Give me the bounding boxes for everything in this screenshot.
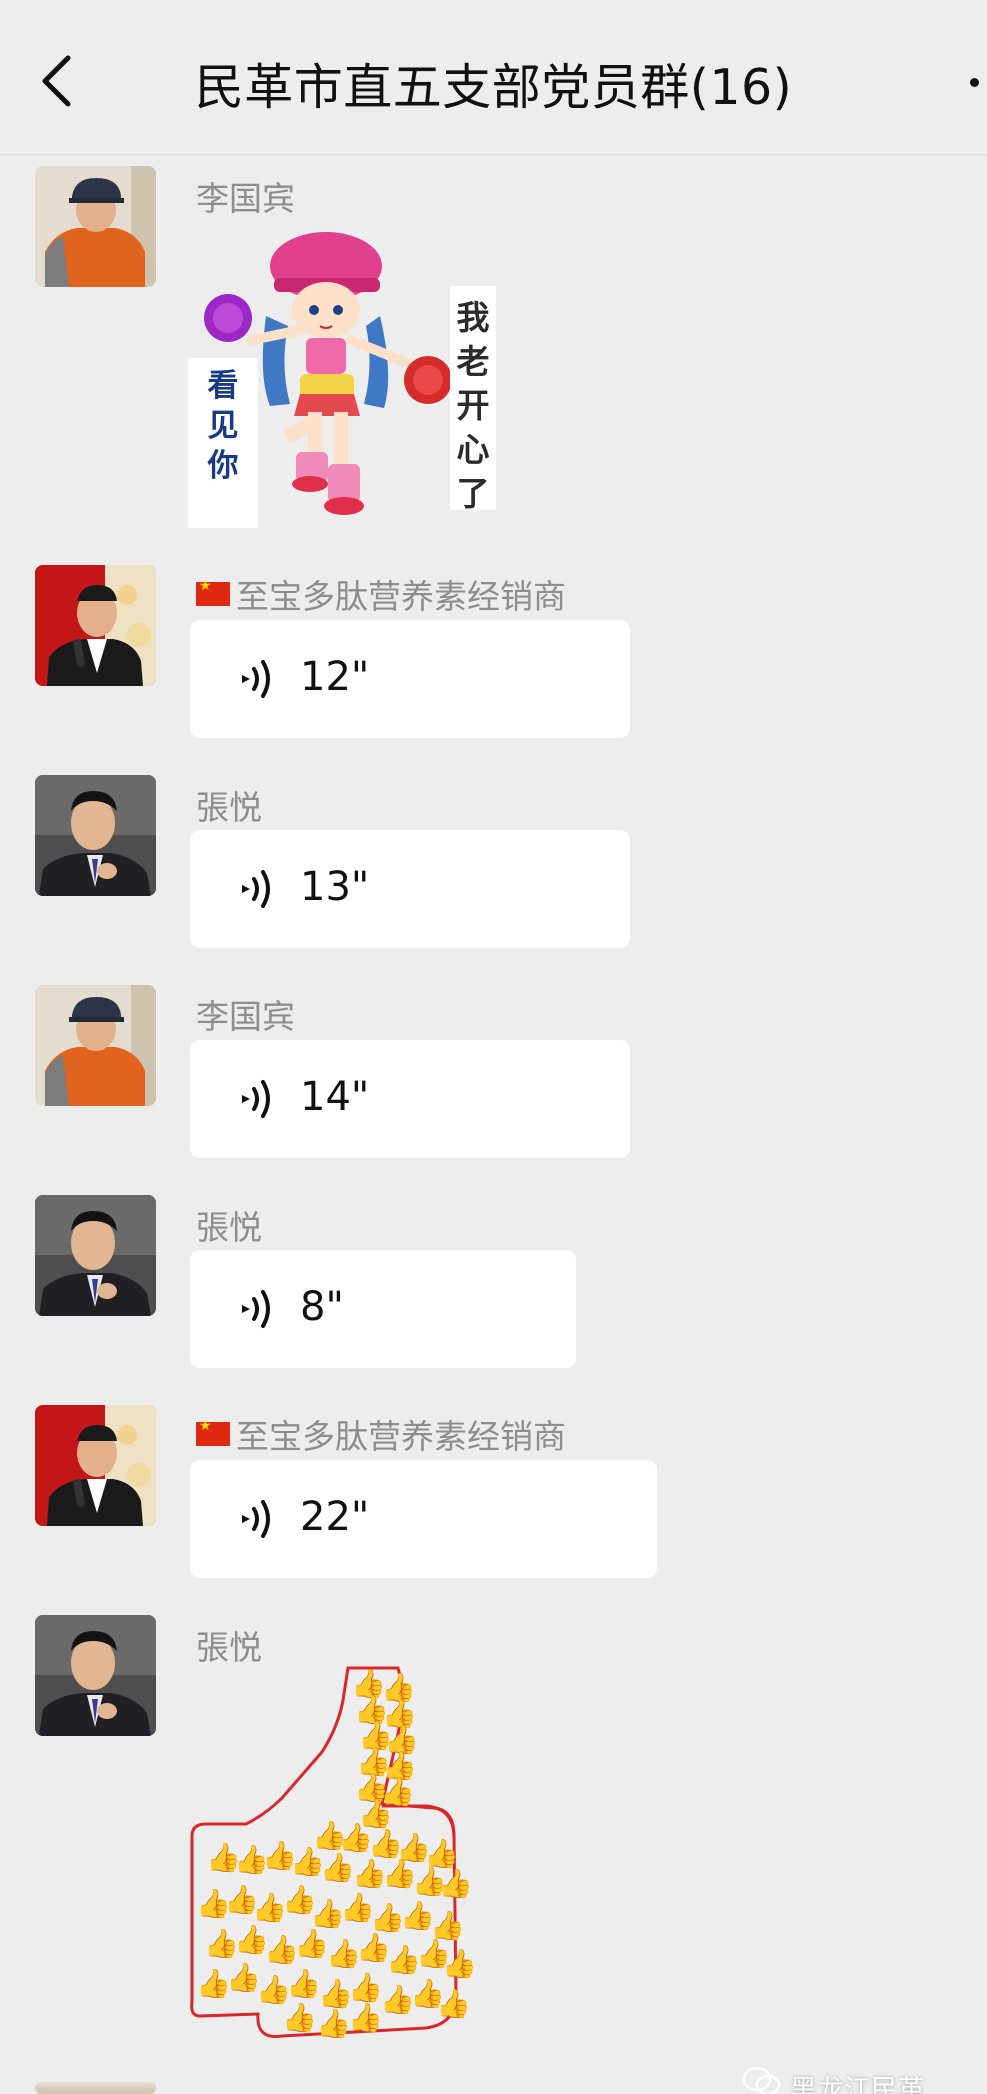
sender-name: 至宝多肽营养素经销商	[196, 570, 566, 618]
sender-name: 李国宾	[196, 179, 295, 218]
thumbs-up-icon: 👍	[286, 1967, 321, 2000]
voice-message-bubble[interactable]: 13"	[190, 830, 630, 948]
voice-duration: 14"	[300, 1074, 370, 1120]
sender-name: 張悦	[196, 788, 262, 827]
china-flag-icon	[196, 1418, 230, 1446]
chat-page: 民革市直五支部党员群(16) 李国宾 看 见 你 我 老 开 心 了 ★至宝多肽…	[0, 0, 987, 2094]
voice-duration: 8"	[300, 1284, 344, 1330]
avatar[interactable]	[35, 166, 156, 287]
more-button[interactable]	[964, 72, 984, 92]
voice-message-bubble[interactable]: 22"	[190, 1460, 657, 1578]
voice-message-bubble[interactable]: 12"	[190, 620, 630, 738]
avatar[interactable]	[35, 985, 156, 1106]
voice-duration: 12"	[300, 654, 370, 700]
china-flag-icon	[196, 578, 230, 606]
thumbs-up-icon: 👍	[316, 2007, 351, 2040]
thumbs-up-icon: 👍	[436, 1987, 471, 2020]
sender-name: 李国宾	[196, 997, 295, 1036]
chat-header: 民革市直五支部党员群(16)	[0, 0, 987, 155]
thumbs-up-icon: 👍	[320, 1851, 355, 1884]
chat-title: 民革市直五支部党员群(16)	[194, 59, 793, 116]
avatar[interactable]	[35, 2082, 156, 2094]
avatar[interactable]	[35, 775, 156, 896]
thumbs-up-icon: 👍	[430, 1909, 465, 1942]
more-dots-icon	[970, 78, 979, 87]
wechat-icon	[742, 2066, 781, 2094]
sticker-image[interactable]: 看 见 你 我 老 开 心 了	[188, 226, 498, 532]
thumbs-up-icon: 👍	[348, 1971, 383, 2004]
thumbs-up-icon: 👍	[348, 2001, 383, 2034]
avatar[interactable]	[35, 1195, 156, 1316]
sender-name: 張悦	[196, 1628, 262, 1667]
thumbs-up-sticker[interactable]: 👍 👍 👍 👍 👍 👍 👍 👍 👍 👍 👍 👍 👍 👍 👍 👍 👍 👍 👍 👍 👍 👍 👍 👍 👍 👍 👍 👍 👍 👍 👍 👍 👍 👍 👍 👍 👍 👍 👍 👍…	[186, 1664, 558, 2050]
voice-duration: 22"	[300, 1494, 370, 1540]
voice-wave-icon	[242, 1290, 270, 1328]
voice-wave-icon	[242, 1500, 270, 1538]
voice-wave-icon	[242, 1080, 270, 1118]
thumbs-up-icon: 👍	[442, 1947, 477, 1980]
voice-wave-icon	[242, 660, 270, 698]
watermark: 黑龙江民革	[742, 2066, 925, 2094]
thumbs-up-icon: 👍	[438, 1867, 473, 1900]
voice-message-bubble[interactable]: 8"	[190, 1250, 576, 1368]
sticker-caption-left: 看 见 你	[188, 358, 258, 528]
sender-name: 張悦	[196, 1208, 262, 1247]
thumbs-up-icon: 👍	[282, 2001, 317, 2034]
voice-message-bubble[interactable]: 14"	[190, 1040, 630, 1158]
avatar[interactable]	[35, 1405, 156, 1526]
voice-duration: 13"	[300, 864, 370, 910]
avatar[interactable]	[35, 1615, 156, 1736]
thumbs-up-icon: 👍	[294, 1927, 329, 1960]
thumbs-up-icon: 👍	[424, 1837, 459, 1870]
avatar[interactable]	[35, 565, 156, 686]
sender-name: 至宝多肽营养素经销商	[196, 1410, 566, 1458]
voice-wave-icon	[242, 870, 270, 908]
sticker-caption-right: 我 老 开 心 了	[450, 286, 496, 513]
